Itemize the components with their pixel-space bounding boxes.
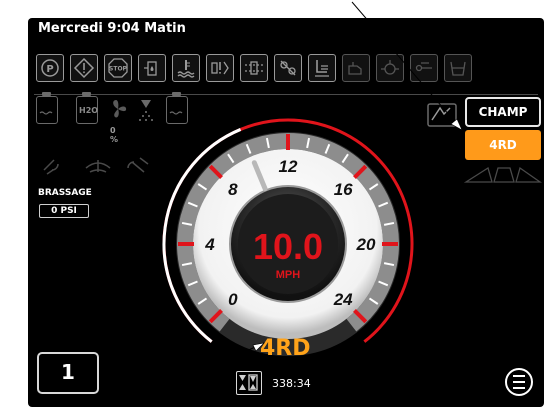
arrow-line-bottom (125, 342, 265, 407)
arrow-line-top (351, 1, 463, 131)
arrow-head-top (450, 118, 463, 131)
annotation-arrows (125, 1, 463, 407)
arrow-head-bottom (252, 342, 265, 352)
